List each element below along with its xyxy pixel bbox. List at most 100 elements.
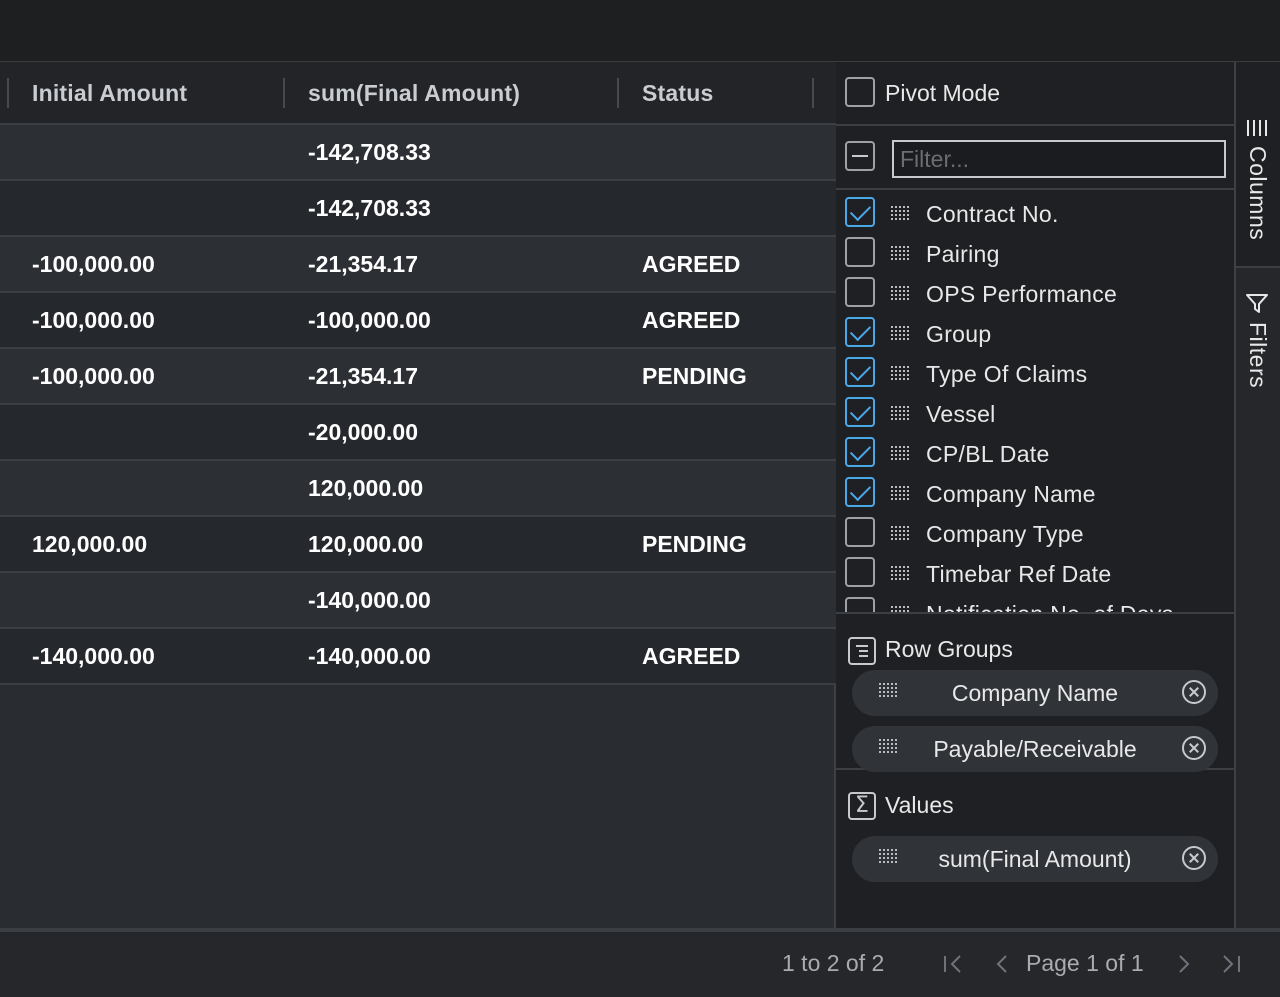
initial-amount-cell[interactable]: -140,000.00 xyxy=(32,629,155,683)
header-status[interactable]: Status xyxy=(642,62,714,124)
final-amount-cell[interactable]: -21,354.17 xyxy=(308,237,418,291)
column-separator[interactable] xyxy=(283,78,285,108)
final-amount-cell[interactable]: -21,354.17 xyxy=(308,349,418,403)
status-cell[interactable]: AGREED xyxy=(642,293,740,347)
column-visibility-checkbox[interactable] xyxy=(845,597,875,612)
column-item-label: Type Of Claims xyxy=(926,361,1088,387)
column-visibility-checkbox[interactable] xyxy=(845,437,875,467)
status-cell[interactable]: AGREED xyxy=(642,629,740,683)
column-item[interactable]: Notification No. of Days xyxy=(836,594,1236,614)
initial-amount-cell[interactable]: -100,000.00 xyxy=(32,237,155,291)
tab-filters[interactable]: Filters xyxy=(1236,288,1280,408)
table-row[interactable]: -142,708.33 xyxy=(0,181,836,237)
remove-icon[interactable] xyxy=(1182,680,1206,704)
column-visibility-checkbox[interactable] xyxy=(845,197,875,227)
column-item[interactable]: CP/BL Date xyxy=(836,434,1236,474)
initial-amount-cell[interactable]: -100,000.00 xyxy=(32,349,155,403)
drag-handle-icon[interactable] xyxy=(890,245,912,261)
final-amount-cell[interactable]: -100,000.00 xyxy=(308,293,431,347)
column-filter-bar xyxy=(836,126,1236,190)
values-section: Σ Values sum(Final Amount) xyxy=(836,772,1236,928)
pivot-mode-row[interactable]: Pivot Mode xyxy=(836,62,1236,126)
column-item[interactable]: Type Of Claims xyxy=(836,354,1236,394)
column-item-label: Company Type xyxy=(926,521,1084,547)
last-page-icon[interactable] xyxy=(1220,954,1242,974)
column-visibility-checkbox[interactable] xyxy=(845,237,875,267)
drag-handle-icon[interactable] xyxy=(890,365,912,381)
final-amount-cell[interactable]: -140,000.00 xyxy=(308,629,431,683)
column-visibility-checkbox[interactable] xyxy=(845,557,875,587)
column-visibility-checkbox[interactable] xyxy=(845,477,875,507)
column-visibility-checkbox[interactable] xyxy=(845,397,875,427)
table-row[interactable]: -100,000.00 -100,000.00 AGREED xyxy=(0,293,836,349)
values-title: Values xyxy=(885,792,954,818)
remove-icon[interactable] xyxy=(1182,846,1206,870)
filter-icon xyxy=(1246,294,1268,313)
final-amount-cell[interactable]: 120,000.00 xyxy=(308,517,423,571)
column-item[interactable]: Company Type xyxy=(836,514,1236,554)
column-separator[interactable] xyxy=(617,78,619,108)
column-item-label: Group xyxy=(926,321,992,347)
table-row[interactable]: -100,000.00 -21,354.17 PENDING xyxy=(0,349,836,405)
previous-page-icon[interactable] xyxy=(994,954,1010,974)
table-row[interactable]: 120,000.00 xyxy=(0,461,836,517)
table-row[interactable]: -142,708.33 xyxy=(0,125,836,181)
final-amount-cell[interactable]: -142,708.33 xyxy=(308,125,431,179)
drag-handle-icon[interactable] xyxy=(890,325,912,341)
pivot-mode-label: Pivot Mode xyxy=(885,80,1001,106)
next-page-icon[interactable] xyxy=(1176,954,1192,974)
remove-icon[interactable] xyxy=(1182,736,1206,760)
drop-zone-pill[interactable]: Company Name xyxy=(852,670,1218,716)
column-visibility-checkbox[interactable] xyxy=(845,277,875,307)
table-row[interactable]: -140,000.00 xyxy=(0,573,836,629)
table-row[interactable]: -100,000.00 -21,354.17 AGREED xyxy=(0,237,836,293)
column-item[interactable]: Pairing xyxy=(836,234,1236,274)
pivot-mode-checkbox[interactable] xyxy=(845,77,875,107)
drag-handle-icon[interactable] xyxy=(890,605,912,612)
column-item[interactable]: Vessel xyxy=(836,394,1236,434)
column-item[interactable]: Group xyxy=(836,314,1236,354)
column-item-label: Company Name xyxy=(926,481,1096,507)
drag-handle-icon[interactable] xyxy=(890,565,912,581)
select-all-checkbox[interactable] xyxy=(845,141,875,171)
final-amount-cell[interactable]: -20,000.00 xyxy=(308,405,418,459)
table-row[interactable]: -20,000.00 xyxy=(0,405,836,461)
drag-handle-icon[interactable] xyxy=(890,445,912,461)
column-visibility-checkbox[interactable] xyxy=(845,517,875,547)
final-amount-cell[interactable]: -140,000.00 xyxy=(308,573,431,627)
column-separator[interactable] xyxy=(812,78,814,108)
drop-zone-pill[interactable]: Payable/Receivable xyxy=(852,726,1218,772)
column-item[interactable]: Contract No. xyxy=(836,194,1236,234)
drag-handle-icon[interactable] xyxy=(890,205,912,221)
status-cell[interactable]: AGREED xyxy=(642,237,740,291)
table-row[interactable]: 120,000.00 120,000.00 PENDING xyxy=(0,517,836,573)
column-filter-input[interactable] xyxy=(892,140,1226,178)
header-initial-amount[interactable]: Initial Amount xyxy=(32,62,187,124)
drop-zone-pill[interactable]: sum(Final Amount) xyxy=(852,836,1218,882)
column-item-label: Notification No. of Days xyxy=(926,601,1174,614)
data-grid: Initial Amount sum(Final Amount) Status … xyxy=(0,62,836,928)
initial-amount-cell[interactable]: -100,000.00 xyxy=(32,293,155,347)
final-amount-cell[interactable]: 120,000.00 xyxy=(308,461,423,515)
status-cell[interactable]: PENDING xyxy=(642,517,747,571)
first-page-icon[interactable] xyxy=(942,954,964,974)
drag-handle-icon[interactable] xyxy=(890,405,912,421)
column-visibility-checkbox[interactable] xyxy=(845,317,875,347)
column-visibility-checkbox[interactable] xyxy=(845,357,875,387)
column-item[interactable]: Timebar Ref Date xyxy=(836,554,1236,594)
column-item[interactable]: OPS Performance xyxy=(836,274,1236,314)
drag-handle-icon[interactable] xyxy=(890,285,912,301)
drag-handle-icon[interactable] xyxy=(890,525,912,541)
tab-columns[interactable]: Columns xyxy=(1236,62,1280,268)
status-cell[interactable]: PENDING xyxy=(642,349,747,403)
table-row[interactable]: -140,000.00 -140,000.00 AGREED xyxy=(0,629,836,685)
row-groups-title: Row Groups xyxy=(885,636,1013,662)
final-amount-cell[interactable]: -142,708.33 xyxy=(308,181,431,235)
header-sum-final-amount[interactable]: sum(Final Amount) xyxy=(308,62,520,124)
pagination-bar: 1 to 2 of 2 Page 1 of 1 xyxy=(0,928,1280,997)
initial-amount-cell[interactable]: 120,000.00 xyxy=(32,517,147,571)
column-item[interactable]: Company Name xyxy=(836,474,1236,514)
column-separator[interactable] xyxy=(7,78,9,108)
drag-handle-icon[interactable] xyxy=(890,485,912,501)
page-indicator: Page 1 of 1 xyxy=(1026,950,1144,976)
